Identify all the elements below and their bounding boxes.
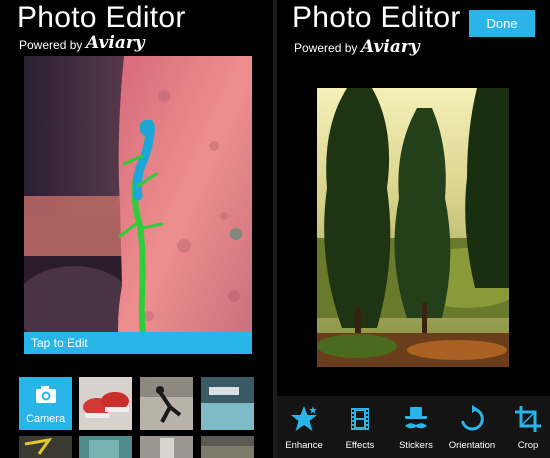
aviary-logo: Aviary [86, 33, 145, 53]
selected-photo[interactable] [24, 56, 252, 354]
app-title: Photo Editor [292, 1, 461, 34]
gallery-thumbnail[interactable] [140, 377, 193, 430]
star-icon [291, 406, 317, 431]
aviary-logo: Aviary [361, 37, 420, 57]
crop-icon [515, 406, 541, 432]
enhance-tool[interactable]: Enhance [277, 396, 331, 458]
gallery-thumbnail[interactable] [19, 436, 72, 458]
tool-label: Orientation [448, 440, 496, 451]
tap-to-edit-button[interactable]: Tap to Edit [24, 332, 252, 354]
camera-label: Camera [25, 413, 66, 425]
film-icon [351, 408, 369, 430]
edited-photo [317, 88, 509, 367]
gallery-thumbnail[interactable] [201, 436, 254, 458]
app-title: Photo Editor [17, 1, 186, 34]
gallery-thumbnail[interactable] [140, 436, 193, 458]
gallery-thumbnail[interactable] [79, 377, 132, 430]
orientation-tool[interactable]: Orientation [445, 396, 499, 458]
editing-toolbar: Enhance Effects Stickers Orientation Cro… [277, 396, 550, 458]
tool-label: Effects [345, 440, 375, 451]
effects-tool[interactable]: Effects [333, 396, 387, 458]
powered-by-label: Powered by [19, 38, 83, 52]
crop-tool[interactable]: Crop [501, 396, 550, 458]
camera-tile[interactable]: Camera [19, 377, 72, 430]
gallery-thumbnail[interactable] [79, 436, 132, 458]
powered-by-label: Powered by [294, 41, 358, 55]
tool-label: Crop [517, 440, 539, 451]
photo-editor-screen: Photo Editor Powered by Aviary Done Enha… [277, 0, 550, 458]
camera-icon [36, 386, 56, 403]
tool-label: Stickers [399, 440, 433, 451]
rotate-icon [461, 405, 484, 431]
done-button[interactable]: Done [469, 10, 535, 37]
hat-mustache-icon [405, 407, 427, 429]
photo-picker-screen: Photo Editor Powered by Aviary Tap to Ed… [0, 0, 273, 458]
tool-label: Enhance [285, 440, 323, 451]
gallery-thumbnail[interactable] [201, 377, 254, 430]
stickers-tool[interactable]: Stickers [389, 396, 443, 458]
